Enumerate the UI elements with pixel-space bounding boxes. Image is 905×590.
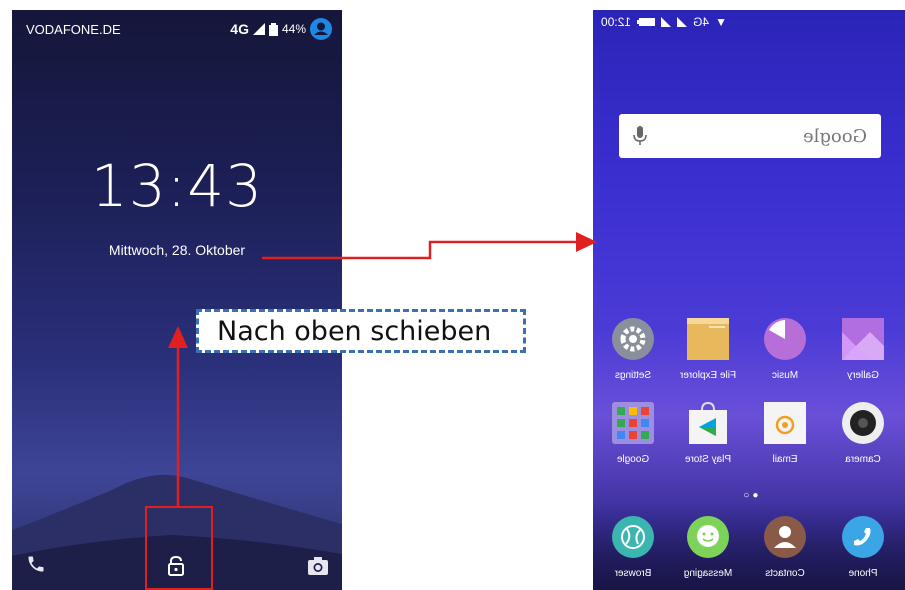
swipe-up-callout: Nach oben schieben: [196, 309, 526, 353]
annotation-arrows: [168, 232, 597, 507]
swipe-arrowhead: [168, 326, 188, 348]
connector-arrow-line: [262, 240, 578, 260]
unlock-highlight-box: [145, 506, 213, 590]
connector-arrowhead: [576, 232, 597, 252]
